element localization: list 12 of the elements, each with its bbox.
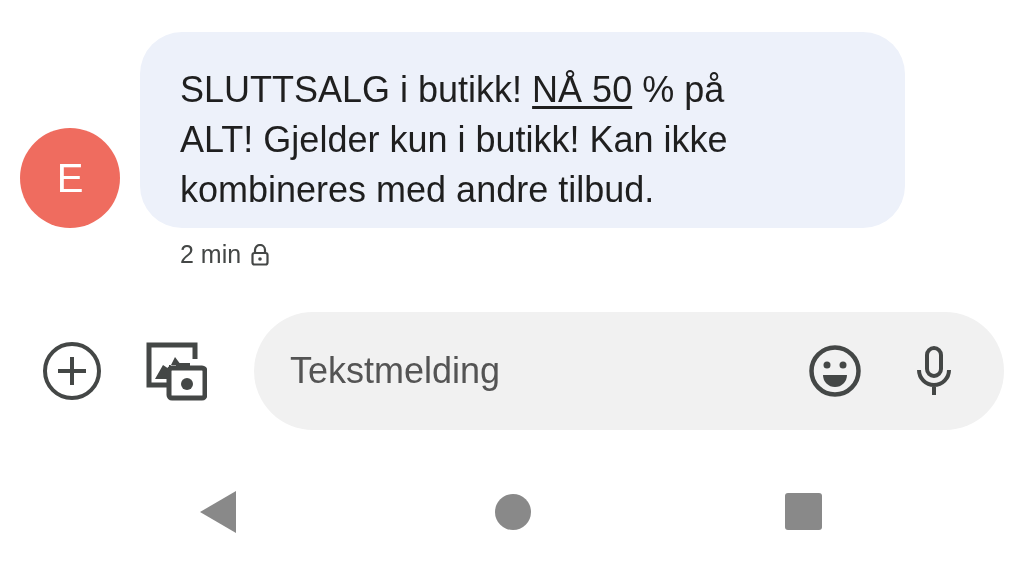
link[interactable]: NÅ 50	[532, 69, 633, 110]
gallery-camera-icon[interactable]	[145, 340, 207, 401]
message-text: SLUTTSALG i butikk! NÅ 50 % på ALT! Gjelder kun i butikk! Kan ikke kombineres med andre tilbud.	[180, 68, 729, 212]
message-field[interactable]: Tekstmelding	[290, 343, 808, 398]
home-icon[interactable]	[495, 493, 531, 530]
timestamp: 2 min	[180, 239, 242, 270]
add-icon[interactable]	[42, 340, 102, 401]
microphone-icon[interactable]	[916, 345, 952, 396]
emoji-icon[interactable]	[808, 343, 862, 398]
back-icon[interactable]	[200, 490, 236, 533]
message-input[interactable]: Tekstmelding	[254, 311, 1004, 430]
avatar: E	[20, 128, 120, 228]
